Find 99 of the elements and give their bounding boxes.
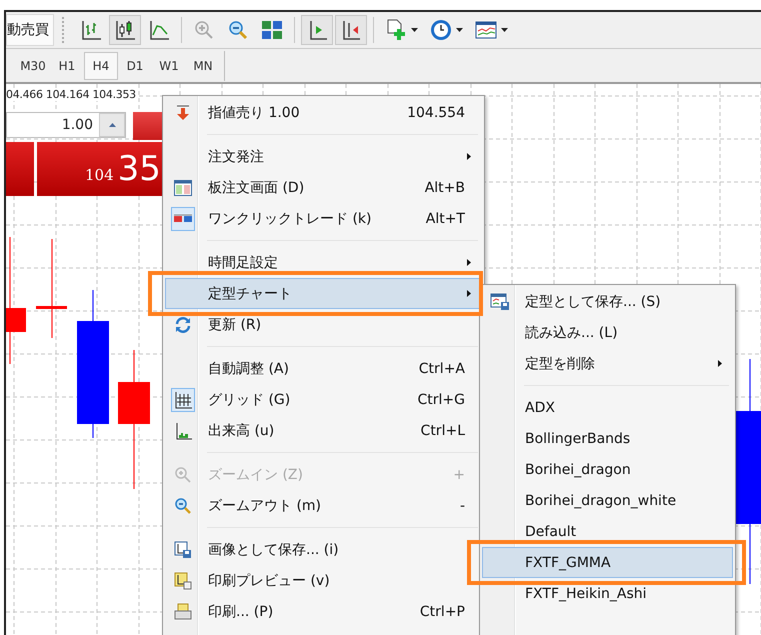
submenu-arrow-icon	[718, 360, 722, 367]
menu-item-label: Borihei_dragon	[525, 462, 632, 478]
menu-item[interactable]: 定型を削除	[482, 348, 733, 379]
menu-item-label: グリッド (G)	[208, 390, 292, 408]
menu-item[interactable]: ADX	[482, 392, 733, 423]
candlestick-icon	[114, 19, 136, 41]
menu-item-label: 更新 (R)	[208, 316, 262, 334]
menu-item-label: 自動調整 (A)	[208, 360, 290, 378]
menu-item[interactable]: 読み込み... (L)	[482, 317, 733, 348]
submenu-arrow-icon	[467, 259, 471, 266]
save-template-icon	[490, 292, 510, 310]
shortcut-label: Ctrl+P	[420, 604, 465, 620]
volume-icon	[174, 422, 192, 440]
caret-icon	[501, 28, 508, 32]
menu-item-label: 印刷... (P)	[208, 602, 274, 620]
shortcut-label: Alt+B	[424, 180, 465, 196]
menu-item[interactable]: 時間足設定	[165, 247, 482, 278]
menu-item-label: ズームイン (Z)	[208, 466, 304, 484]
toolbar-button[interactable]	[301, 15, 333, 45]
spin-up-button[interactable]	[99, 113, 125, 137]
clock-icon	[430, 19, 452, 41]
shortcut-label: Ctrl+G	[418, 392, 465, 408]
shortcut-label: 104.554	[407, 104, 465, 120]
timeframe-button[interactable]: W1	[152, 52, 186, 80]
menu-item-label: 指値売り 1.00	[208, 104, 301, 122]
tile-windows-icon	[261, 19, 283, 41]
new-chart-icon	[385, 19, 407, 41]
menu-item[interactable]: 印刷... (P) Ctrl+P	[165, 596, 482, 627]
shortcut-label: Ctrl+A	[418, 360, 465, 376]
menu-item-label: 印刷プレビュー (v)	[208, 572, 331, 590]
menu-item[interactable]: ワンクリックトレード (k) Alt+T	[165, 203, 482, 234]
save-image-icon	[174, 540, 192, 558]
menu-item[interactable]: 指値売り 1.00 104.554	[165, 97, 482, 128]
toolbar-button[interactable]	[335, 15, 367, 45]
price-panel	[6, 142, 34, 196]
caret-icon	[456, 28, 463, 32]
toolbar-button[interactable]	[109, 15, 141, 45]
menu-item-label: 板注文画面 (D)	[208, 178, 306, 196]
menu-item[interactable]: 定型チャート	[165, 278, 482, 309]
zoom-in-icon	[193, 19, 215, 41]
submenu-arrow-icon	[467, 290, 471, 297]
grid-icon	[174, 390, 192, 408]
indicator-window-icon	[475, 19, 497, 41]
printer-icon	[174, 602, 192, 620]
price-prefix: 104	[85, 166, 114, 184]
shortcut-label: -	[460, 498, 465, 514]
menu-item-label: 読み込み... (L)	[525, 324, 619, 342]
timeframe-button[interactable]: MN	[186, 52, 220, 80]
toolbar-label: 動売買	[6, 14, 54, 46]
sell-arrow-icon	[176, 104, 190, 120]
menu-item-label: ワンクリックトレード (k)	[208, 210, 372, 228]
caret-icon	[411, 28, 418, 32]
shortcut-label: Alt+T	[426, 210, 465, 226]
menu-item-label: 出来高 (u)	[208, 422, 276, 440]
menu-item-label: 定型を削除	[525, 354, 596, 372]
menu-item-label: Borihei_dragon_white	[525, 492, 678, 508]
timeframe-button[interactable]: H1	[50, 52, 84, 80]
menu-item-label: FXTF_Heikin_Ashi	[525, 586, 648, 602]
menu-item-label: 時間足設定	[208, 254, 279, 272]
one-click-trade-icon	[174, 214, 192, 224]
menu-item[interactable]: グリッド (G) Ctrl+G	[165, 384, 482, 415]
menu-item[interactable]: ズームアウト (m) -	[165, 490, 482, 521]
menu-item[interactable]: 印刷プレビュー (v)	[165, 565, 482, 596]
menu-item-label: Default	[525, 524, 578, 540]
submenu-arrow-icon	[467, 153, 471, 160]
menu-item[interactable]: 自動調整 (A) Ctrl+A	[165, 353, 482, 384]
menu-item-label: ズームアウト (m)	[208, 496, 322, 514]
timeframe-button[interactable]: D1	[118, 52, 152, 80]
menu-item-label: FXTF_GMMA	[525, 554, 612, 570]
timeframe-button[interactable]: H4	[84, 52, 118, 80]
menu-item[interactable]: 画像として保存... (i)	[165, 534, 482, 565]
menu-item[interactable]: Borihei_dragon_white	[482, 485, 733, 516]
zoom-in-icon	[174, 466, 192, 484]
menu-item-label: 定型チャート	[208, 284, 293, 302]
menu-item-label: 注文発注	[208, 148, 265, 166]
menu-item-label: 画像として保存... (i)	[208, 540, 340, 558]
menu-item[interactable]: 出来高 (u) Ctrl+L	[165, 415, 482, 446]
menu-item[interactable]: BollingerBands	[482, 423, 733, 454]
zoom-out-icon	[227, 19, 249, 41]
bar-chart-icon	[80, 19, 102, 41]
menu-item-label: 定型として保存... (S)	[525, 292, 662, 310]
menu-item-label: ADX	[525, 400, 556, 416]
timeframe-button[interactable]: M30	[16, 52, 50, 80]
lot-field[interactable]: 1.00	[6, 112, 126, 138]
zoom-out-icon	[174, 496, 192, 514]
order-book-icon	[174, 180, 192, 196]
menu-item[interactable]: 定型として保存... (S)	[482, 286, 733, 317]
shortcut-label: Ctrl+L	[420, 422, 465, 438]
refresh-icon	[174, 316, 192, 334]
print-preview-icon	[174, 572, 192, 590]
shortcut-label: +	[453, 466, 465, 482]
line-chart-icon	[148, 19, 170, 41]
menu-item[interactable]: FXTF_GMMA	[482, 547, 733, 578]
price-digits: 35	[118, 149, 161, 189]
menu-item[interactable]: 更新 (R)	[165, 309, 482, 340]
price-readout: 04.466 104.164 104.353	[6, 88, 136, 101]
up-arrow-icon	[108, 123, 116, 127]
menu-item-label: BollingerBands	[525, 430, 632, 446]
menu-item[interactable]: Borihei_dragon	[482, 454, 733, 485]
